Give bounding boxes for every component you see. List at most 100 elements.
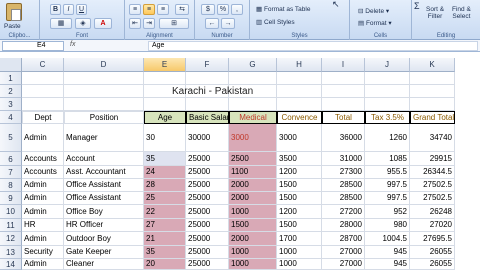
cell-h10[interactable]: 1200 xyxy=(277,205,322,219)
cell-d9[interactable]: Office Assistant xyxy=(64,192,144,205)
cell-k3[interactable] xyxy=(410,98,455,111)
cell-i10[interactable]: 27200 xyxy=(322,205,365,219)
cell-e5[interactable]: 30 xyxy=(144,124,186,152)
cell-f1[interactable] xyxy=(186,72,229,85)
cell-h9[interactable]: 1500 xyxy=(277,192,322,205)
cell-i13[interactable]: 27000 xyxy=(322,246,365,259)
cell-h11[interactable]: 1500 xyxy=(277,219,322,232)
cell-j1[interactable] xyxy=(365,72,410,85)
cell-j3[interactable] xyxy=(365,98,410,111)
cell-c8[interactable]: Admin xyxy=(22,179,64,192)
cell-h12[interactable]: 1700 xyxy=(277,232,322,246)
column-header-i[interactable]: I xyxy=(322,58,365,72)
cell-h14[interactable]: 1000 xyxy=(277,259,322,270)
cell-e10[interactable]: 22 xyxy=(144,205,186,219)
select-all-corner[interactable] xyxy=(0,58,22,72)
cell-h2[interactable] xyxy=(277,85,322,98)
cell-j14[interactable]: 945 xyxy=(365,259,410,270)
row-header-8[interactable]: 8 xyxy=(0,179,22,192)
cell-c2[interactable] xyxy=(22,85,64,98)
font-color-button[interactable]: A xyxy=(94,18,112,29)
cell-e3[interactable] xyxy=(144,98,186,111)
cell-c5[interactable]: Admin xyxy=(22,124,64,152)
percent-button[interactable]: % xyxy=(217,4,229,15)
row-header-1[interactable]: 1 xyxy=(0,72,22,85)
column-header-k[interactable]: K xyxy=(410,58,455,72)
cell-h13[interactable]: 1000 xyxy=(277,246,322,259)
cell-c12[interactable]: Admin xyxy=(22,232,64,246)
sort-filter-button[interactable]: Sort & Filter xyxy=(426,6,444,20)
cell-k14[interactable]: 26055 xyxy=(410,259,455,270)
cell-i8[interactable]: 28500 xyxy=(322,179,365,192)
merge-center-button[interactable]: ⊞ xyxy=(159,18,189,29)
cell-h7[interactable]: 1200 xyxy=(277,166,322,179)
row-header-4[interactable]: 4 xyxy=(0,111,22,124)
cell-j8[interactable]: 997.5 xyxy=(365,179,410,192)
format-as-table-button[interactable]: ▦ Format as Table xyxy=(256,5,310,13)
cell-j12[interactable]: 1004.5 xyxy=(365,232,410,246)
cell-i5[interactable]: 36000 xyxy=(322,124,365,152)
row-header-7[interactable]: 7 xyxy=(0,166,22,179)
cell-e6[interactable]: 35 xyxy=(144,152,186,166)
cell-g9[interactable]: 2000 xyxy=(229,192,277,205)
cell-d13[interactable]: Gate Keeper xyxy=(64,246,144,259)
cell-styles-button[interactable]: ▥ Cell Styles xyxy=(256,18,295,26)
cell-f8[interactable]: 25000 xyxy=(186,179,229,192)
row-header-13[interactable]: 13 xyxy=(0,246,22,259)
fill-color-button[interactable]: ◈ xyxy=(75,18,91,29)
cell-f5[interactable]: 30000 xyxy=(186,124,229,152)
decrease-indent-button[interactable]: ⇤ xyxy=(129,18,141,29)
cell-i1[interactable] xyxy=(322,72,365,85)
cell-e9[interactable]: 25 xyxy=(144,192,186,205)
column-header-j[interactable]: J xyxy=(365,58,410,72)
cell-j11[interactable]: 980 xyxy=(365,219,410,232)
cell-f12[interactable]: 25000 xyxy=(186,232,229,246)
cell-f7[interactable]: 25000 xyxy=(186,166,229,179)
cell-k9[interactable]: 27502.5 xyxy=(410,192,455,205)
cell-j6[interactable]: 1085 xyxy=(365,152,410,166)
cell-g12[interactable]: 2000 xyxy=(229,232,277,246)
cell-c3[interactable] xyxy=(22,98,64,111)
cell-c14[interactable]: Admin xyxy=(22,259,64,270)
cell-k7[interactable]: 26344.5 xyxy=(410,166,455,179)
cell-d8[interactable]: Office Assistant xyxy=(64,179,144,192)
cell-d3[interactable] xyxy=(64,98,144,111)
header-cell-c[interactable]: Dept xyxy=(22,111,64,124)
cell-k1[interactable] xyxy=(410,72,455,85)
cell-g3[interactable] xyxy=(229,98,277,111)
cell-h6[interactable]: 3500 xyxy=(277,152,322,166)
fx-icon[interactable]: fx xyxy=(70,41,75,48)
align-left-button[interactable]: ≡ xyxy=(129,4,141,15)
cell-i11[interactable]: 28000 xyxy=(322,219,365,232)
cell-k12[interactable]: 27695.5 xyxy=(410,232,455,246)
cell-f11[interactable]: 25000 xyxy=(186,219,229,232)
sheet-title[interactable]: Karachi - Pakistan xyxy=(172,86,253,97)
paste-icon[interactable] xyxy=(6,3,22,21)
column-header-d[interactable]: D xyxy=(64,58,144,72)
cell-j10[interactable]: 952 xyxy=(365,205,410,219)
cell-e14[interactable]: 20 xyxy=(144,259,186,270)
increase-indent-button[interactable]: ⇥ xyxy=(143,18,155,29)
column-header-c[interactable]: C xyxy=(22,58,64,72)
row-header-5[interactable]: 5 xyxy=(0,124,22,152)
comma-button[interactable]: , xyxy=(231,4,243,15)
cell-f9[interactable]: 25000 xyxy=(186,192,229,205)
cell-d5[interactable]: Manager xyxy=(64,124,144,152)
row-header-14[interactable]: 14 xyxy=(0,259,22,270)
cell-c9[interactable]: Admin xyxy=(22,192,64,205)
cell-g5[interactable]: 3000 xyxy=(229,124,277,152)
cell-e11[interactable]: 27 xyxy=(144,219,186,232)
increase-decimal-button[interactable]: ← xyxy=(205,18,219,29)
cell-j5[interactable]: 1260 xyxy=(365,124,410,152)
cell-i14[interactable]: 27000 xyxy=(322,259,365,270)
header-cell-k[interactable]: Grand Total xyxy=(410,111,455,124)
cell-e1[interactable] xyxy=(144,72,186,85)
cell-g6[interactable]: 2500 xyxy=(229,152,277,166)
cell-i7[interactable]: 27300 xyxy=(322,166,365,179)
row-header-12[interactable]: 12 xyxy=(0,232,22,246)
cell-j9[interactable]: 997.5 xyxy=(365,192,410,205)
cell-e13[interactable]: 35 xyxy=(144,246,186,259)
cell-d12[interactable]: Outdoor Boy xyxy=(64,232,144,246)
wrap-text-button[interactable]: ⇆ xyxy=(175,4,189,15)
cell-d1[interactable] xyxy=(64,72,144,85)
